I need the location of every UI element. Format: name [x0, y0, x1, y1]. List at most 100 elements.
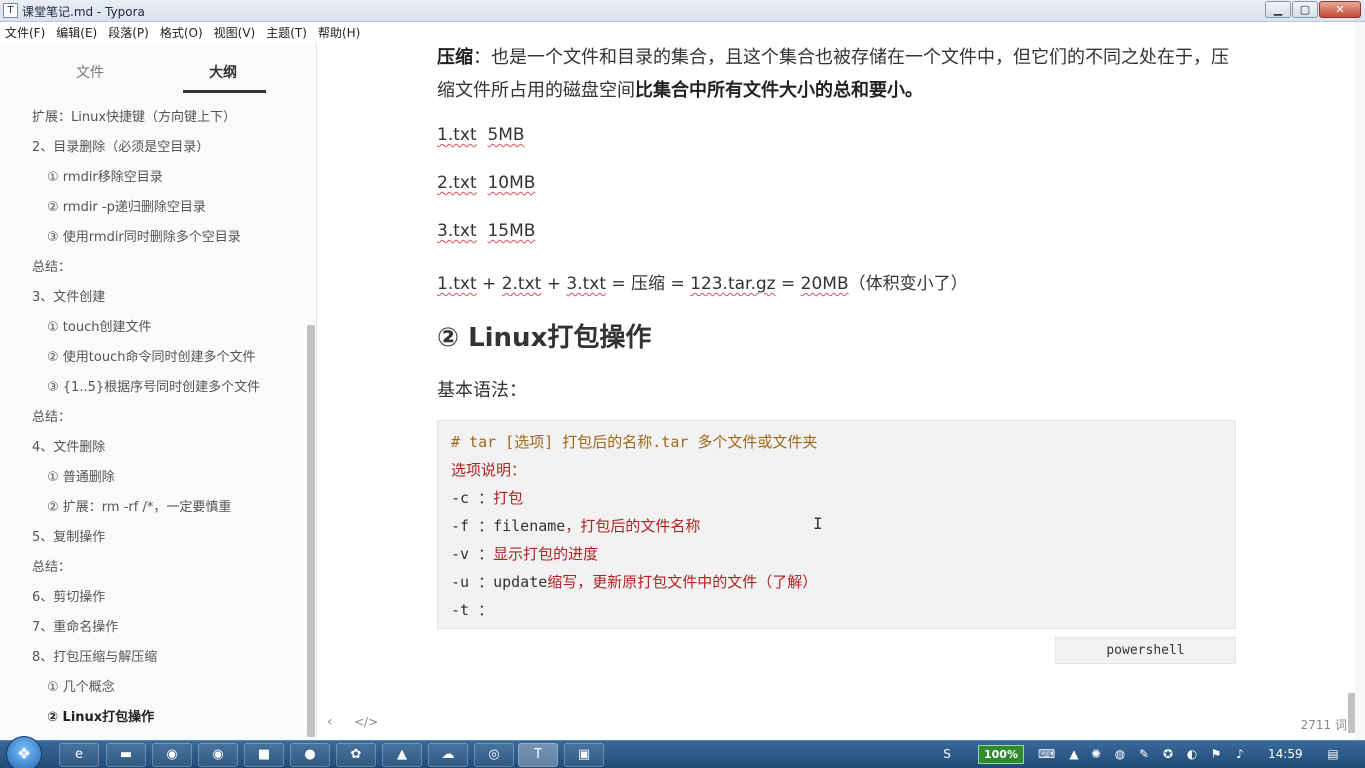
code-block[interactable]: # tar [选项] 打包后的名称.tar 多个文件或文件夹 选项说明： -c … [437, 420, 1236, 629]
outline-item[interactable]: 总结： [0, 403, 300, 433]
ie-icon[interactable]: e [59, 743, 99, 767]
app-tray-icon[interactable]: ◍ [1112, 746, 1128, 762]
filesize: 5MB [487, 125, 525, 145]
close-button[interactable]: ✕ [1319, 1, 1361, 18]
pen-icon[interactable]: ✎ [1136, 746, 1152, 762]
cloud-icon[interactable]: ☁ [428, 743, 468, 767]
folder-icon[interactable]: ▬ [106, 743, 146, 767]
sidebar-scrollbar-thumb[interactable] [307, 325, 315, 737]
outline-item[interactable]: 5、复制操作 [0, 523, 300, 553]
outline-item[interactable]: 总结： [0, 253, 300, 283]
keyboard-icon[interactable]: ⌨ [1038, 746, 1055, 762]
plus-sign: + [541, 274, 567, 294]
word-count[interactable]: 2711 词 [1301, 716, 1347, 733]
flag-icon[interactable]: ⚑ [1208, 746, 1224, 762]
network-icon[interactable]: ✺ [1088, 746, 1104, 762]
chrome-icon[interactable]: ◉ [152, 743, 192, 767]
system-tray: S 100% ⌨ ▲ ✺ ◍ ✎ ✪ ◐ ⚑ ♪ 14:59 ▤ [935, 743, 1365, 767]
outline-item[interactable]: ② rmdir -p递归删除空目录 [0, 193, 300, 223]
filename: 3.txt [437, 221, 477, 241]
outline-item[interactable]: 2、目录删除（必须是空目录） [0, 133, 300, 163]
size-line-1: 1.txt 5MB [437, 125, 525, 145]
section-heading: ② Linux打包操作 [437, 323, 652, 353]
outline-item[interactable]: ③ 使用rmdir同时删除多个空目录 [0, 223, 300, 253]
code-line-7: -t ： [451, 601, 494, 619]
outline-item[interactable]: ① rmdir移除空目录 [0, 163, 300, 193]
sidebar-tabs: 文件 大纲 [0, 43, 300, 95]
outline-item[interactable]: 8、打包压缩与解压缩 [0, 643, 300, 673]
outline-list: 扩展：Linux快捷键（方向键上下） 2、目录删除（必须是空目录） ① rmdir移… [0, 103, 300, 733]
code-line-2: 选项说明： [451, 461, 527, 479]
firefox-icon[interactable]: ● [290, 743, 330, 767]
shield-icon[interactable]: ✪ [1160, 746, 1176, 762]
source-mode-button[interactable]: </> [354, 715, 378, 729]
option-desc: 打包 [493, 489, 524, 507]
code-line-6: -u ：update缩写，更新原打包文件中的文件（了解） [451, 571, 817, 592]
title-bar: T 课堂笔记.md - Typora ▁ ▢ ✕ [0, 0, 1365, 22]
window-edge [1355, 22, 1365, 740]
remote-icon[interactable]: ✿ [336, 743, 376, 767]
window-icon[interactable]: ▣ [564, 743, 604, 767]
app-icon[interactable]: ■ [244, 743, 284, 767]
menu-file[interactable]: 文件(F) [5, 24, 45, 41]
bold-conclusion: 比集合中所有文件大小的总和要小。 [635, 80, 923, 101]
outline-item[interactable]: 扩展：Linux快捷键（方向键上下） [0, 103, 300, 133]
netease-icon[interactable]: ◎ [474, 743, 514, 767]
option-desc: 显示打包的进度 [493, 545, 599, 563]
speaker-icon[interactable]: ♪ [1232, 746, 1248, 762]
chrome-icon[interactable]: ◉ [198, 743, 238, 767]
size-line-3: 3.txt 15MB [437, 221, 535, 241]
outline-item[interactable]: 6、剪切操作 [0, 583, 300, 613]
equals-sign: = [775, 274, 801, 294]
update-icon[interactable]: ◐ [1184, 746, 1200, 762]
outline-item[interactable]: ② Linux打包操作 [0, 703, 300, 733]
editor-scrollbar-thumb[interactable] [1348, 693, 1355, 733]
filename: 2.txt [501, 274, 542, 294]
equals-compress: = 压缩 = [606, 274, 691, 294]
outline-item[interactable]: 7、重命名操作 [0, 613, 300, 643]
editor[interactable]: 压缩：也是一个文件和目录的集合，且这个集合也被存储在一个文件中，但它们的不同之处… [317, 43, 1355, 740]
menu-format[interactable]: 格式(O) [160, 24, 203, 41]
chevron-up-icon[interactable]: ▲ [1066, 746, 1082, 762]
clock[interactable]: 14:59 [1268, 747, 1303, 761]
menu-edit[interactable]: 编辑(E) [56, 24, 97, 41]
sum-line: 1.txt + 2.txt + 3.txt = 压缩 = 123.tar.gz … [437, 269, 968, 294]
tab-outline[interactable]: 大纲 [209, 62, 237, 82]
code-line-3: -c ：打包 [451, 487, 523, 508]
toggle-sidebar-button[interactable]: ‹ [327, 714, 333, 730]
active-tab-indicator [183, 90, 266, 93]
outline-item[interactable]: ② 扩展：rm -rf /*，一定要慎重 [0, 493, 300, 523]
archive-name: 123.tar.gz [690, 274, 776, 294]
option-desc: ，打包后的文件名称 [565, 517, 701, 535]
input-method-icon[interactable]: S [939, 746, 955, 762]
code-line-4: -f ：filename，打包后的文件名称 [451, 515, 700, 536]
outline-item[interactable]: ① touch创建文件 [0, 313, 300, 343]
menu-help[interactable]: 帮助(H) [318, 24, 360, 41]
code-language-selector[interactable]: powershell [1055, 637, 1236, 664]
tab-files[interactable]: 文件 [76, 62, 104, 82]
outline-item[interactable]: 总结： [0, 553, 300, 583]
outline-item[interactable]: ③ {1..5}根据序号同时创建多个文件 [0, 373, 300, 403]
option-word: filename [493, 517, 566, 535]
taskbar: ❖ e ▬ ◉ ◉ ■ ● ✿ ▲ ☁ ◎ T ▣ S 100% ⌨ ▲ ✺ ◍… [0, 736, 1365, 768]
vm-icon[interactable]: ▲ [382, 743, 422, 767]
start-button[interactable]: ❖ [6, 736, 42, 768]
notification-icon[interactable]: ▤ [1325, 746, 1341, 762]
outline-item[interactable]: 3、文件创建 [0, 283, 300, 313]
outline-item[interactable]: 4、文件删除 [0, 433, 300, 463]
menu-view[interactable]: 视图(V) [214, 24, 256, 41]
typora-app-icon: T [3, 3, 18, 18]
minimize-button[interactable]: ▁ [1265, 1, 1291, 18]
battery-indicator[interactable]: 100% [978, 745, 1024, 764]
typora-icon[interactable]: T [518, 743, 558, 767]
filename: 3.txt [566, 274, 606, 294]
bold-term: 压缩 [437, 47, 473, 68]
option-desc: 缩写，更新原打包文件中的文件（了解） [547, 573, 818, 591]
menu-paragraph[interactable]: 段落(P) [108, 24, 149, 41]
outline-item[interactable]: ② 使用touch命令同时创建多个文件 [0, 343, 300, 373]
outline-item[interactable]: ① 普通删除 [0, 463, 300, 493]
filesize: 15MB [487, 221, 536, 241]
outline-item[interactable]: ① 几个概念 [0, 673, 300, 703]
maximize-button[interactable]: ▢ [1292, 1, 1318, 18]
menu-theme[interactable]: 主题(T) [266, 24, 307, 41]
